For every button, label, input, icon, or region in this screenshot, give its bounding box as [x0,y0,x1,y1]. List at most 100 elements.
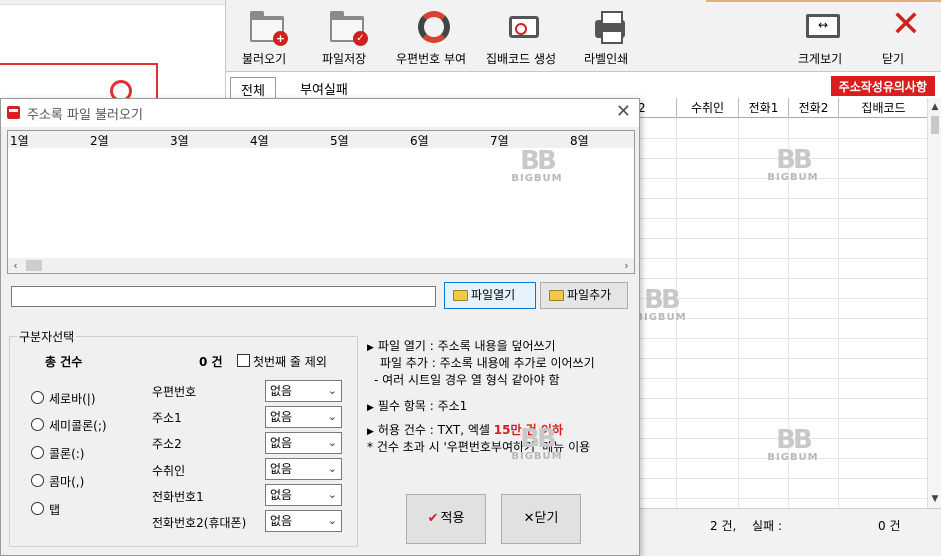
allowed-count-highlight: 15만 건 이하 [493,423,563,437]
preview-col-header[interactable]: 1열 [10,132,29,149]
close-app-button[interactable]: ✕ 닫기 [882,4,926,67]
info-required: ▶ 필수 항목 : 주소1 [367,399,468,413]
total-count-label: 총 건수 [45,355,83,369]
preview-col-header[interactable]: 7열 [490,132,509,149]
info-allowed-count: ▶ 허용 건수 : TXT, 엑셀 15만 건 이하 [367,423,563,437]
expand-icon: ↔ [804,8,842,46]
recipient-column-select[interactable]: 없음 ⌄ [265,458,342,480]
scroll-up-icon[interactable]: ▲ [928,100,941,114]
preview-col-header[interactable]: 8열 [570,132,589,149]
phone2-column-select[interactable]: 없음 ⌄ [265,510,342,532]
delimiter-group-title: 구분자선택 [17,328,77,345]
apply-button[interactable]: ✔ 적용 [406,494,486,544]
folder-plus-icon: + [248,8,288,46]
status-count: 2 건, [710,519,737,533]
chevron-down-icon: ⌄ [327,384,337,397]
tab-failed[interactable]: 부여실패 [290,77,358,99]
grid-col-header[interactable]: 집배코드 [838,98,927,118]
folder-icon [549,290,564,301]
refresh-icon [415,8,453,46]
assign-zipcode-label: 우편번호 부여 [396,52,467,66]
chevron-down-icon: ⌄ [327,514,337,527]
main-toolbar: + 불러오기 ✓ 파일저장 우편번호 부여 집배코드 생성 라벨인쇄 ↔ 크게보… [225,0,941,72]
save-file-label: 파일저장 [322,52,367,66]
dialog-close-button[interactable]: ✕닫기 [501,494,581,544]
address2-column-select[interactable]: 없음 ⌄ [265,432,342,454]
load-button[interactable]: + 불러오기 [242,8,292,66]
radio-pipe[interactable] [31,391,44,404]
skip-first-row-checkbox[interactable] [237,354,250,367]
tab-all[interactable]: 전체 [230,77,276,99]
toolbar-accent-line [706,0,941,2]
radio-semicolon[interactable] [31,418,44,431]
status-bar: 2 건, 실패 : 0 건 [636,508,941,556]
radio-colon-label[interactable]: 콜론(:) [49,445,85,462]
info-sheets: - 여러 시트일 경우 열 형식 같아야 함 [374,373,560,387]
status-fail-label: 실패 : [752,519,782,533]
preview-list-header: 1열 2열 3열 4열 5열 6열 7열 8열 [8,131,634,148]
create-delivery-code-button[interactable]: 집배코드 생성 [486,8,562,66]
field-label-address1: 주소1 [152,411,182,425]
preview-col-header[interactable]: 4열 [250,132,269,149]
main-tabs: 전체 부여실패 주소작성유의사항 [225,72,941,100]
preview-horizontal-scrollbar[interactable]: ‹ › [8,258,634,273]
dialog-close-icon[interactable]: ✕ [616,101,631,122]
address-notice-button[interactable]: 주소작성유의사항 [830,76,935,96]
radio-colon[interactable] [31,446,44,459]
preview-list[interactable]: 1열 2열 3열 4열 5열 6열 7열 8열 BB BIGBUM ‹ › [7,130,635,274]
add-file-button[interactable]: 파일추가 [540,282,628,309]
grid-col-header[interactable]: 전화1 [738,98,788,118]
scroll-thumb[interactable] [931,116,939,134]
zoom-view-button[interactable]: ↔ 크게보기 [798,8,848,66]
zipcode-icon [505,8,543,46]
address1-column-select[interactable]: 없음 ⌄ [265,406,342,428]
dialog-titlebar[interactable]: 주소록 파일 불러오기 ✕ [1,99,639,127]
zoom-view-label: 크게보기 [798,52,843,66]
field-label-phone2: 전화번호2(휴대폰) [152,516,247,530]
close-icon: ✕ [890,4,922,45]
skip-first-row-label[interactable]: 첫번째 줄 제외 [253,353,327,370]
printer-icon [591,8,629,46]
chevron-down-icon: ⌄ [327,488,337,501]
file-path-input[interactable] [11,286,436,307]
field-label-address2: 주소2 [152,437,182,451]
radio-tab-label[interactable]: 탭 [49,501,60,518]
chevron-down-icon: ⌄ [327,462,337,475]
import-address-dialog: 주소록 파일 불러오기 ✕ 1열 2열 3열 4열 5열 6열 7열 8열 BB… [0,98,640,556]
search-box-frame [0,63,158,103]
app-icon [7,106,20,119]
preview-col-header[interactable]: 2열 [90,132,109,149]
grid-col-header[interactable]: 전화2 [788,98,838,118]
add-file-label: 파일추가 [567,288,612,302]
scroll-left-icon[interactable]: ‹ [8,258,23,273]
background-topbar [0,0,225,5]
status-fail-count: 0 건 [878,519,901,533]
print-label-label: 라벨인쇄 [584,52,629,66]
field-label-phone1: 전화번호1 [152,490,204,504]
scroll-right-icon[interactable]: › [619,258,634,273]
radio-comma-label[interactable]: 콤마(,) [49,473,84,490]
load-label: 불러오기 [242,52,287,66]
zipcode-column-select[interactable]: 없음 ⌄ [265,380,342,402]
radio-pipe-label[interactable]: 세로바(|) [49,390,96,407]
radio-semicolon-label[interactable]: 세미콜론(;) [49,417,107,434]
total-count-value: 0 건 [199,355,223,369]
radio-comma[interactable] [31,474,44,487]
phone1-column-select[interactable]: 없음 ⌄ [265,484,342,506]
close-app-label: 닫기 [882,52,905,66]
scroll-thumb[interactable] [26,260,42,271]
open-file-button[interactable]: 파일열기 [444,282,536,309]
assign-zipcode-button[interactable]: 우편번호 부여 [396,8,472,66]
print-label-button[interactable]: 라벨인쇄 [584,8,636,66]
open-file-label: 파일열기 [471,288,516,302]
radio-tab[interactable] [31,502,44,515]
dialog-title: 주소록 파일 불러오기 [27,108,143,123]
scroll-down-icon[interactable]: ▼ [928,492,941,506]
preview-col-header[interactable]: 6열 [410,132,429,149]
preview-col-header[interactable]: 3열 [170,132,189,149]
grid-vertical-scrollbar[interactable]: ▲ ▼ [927,98,941,508]
preview-col-header[interactable]: 5열 [330,132,349,149]
save-file-button[interactable]: ✓ 파일저장 [322,8,372,66]
grid-col-header[interactable]: 수취인 [676,98,738,118]
field-label-recipient: 수취인 [152,464,186,478]
